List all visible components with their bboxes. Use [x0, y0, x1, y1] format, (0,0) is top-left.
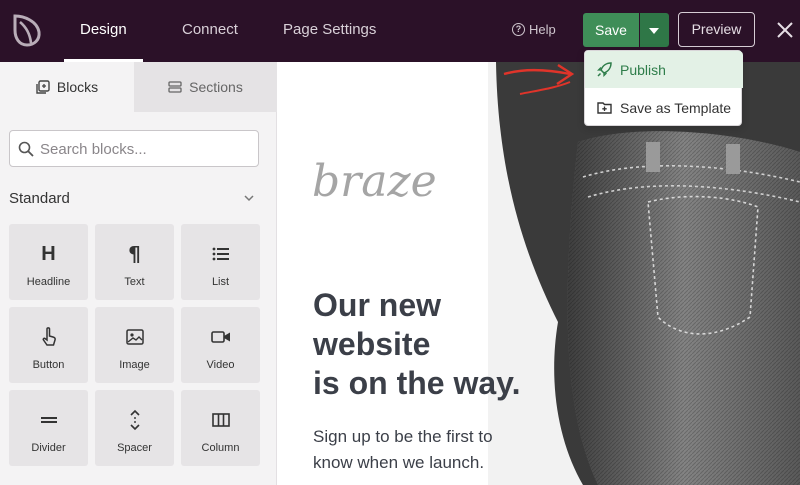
search-icon: [18, 141, 34, 157]
block-label: Headline: [26, 276, 71, 288]
tab-sections-label: Sections: [189, 79, 243, 95]
block-text[interactable]: ¶ Text: [95, 224, 174, 300]
block-image[interactable]: Image: [95, 307, 174, 383]
sections-icon: [168, 81, 182, 93]
block-label: Spacer: [117, 442, 152, 454]
hero-headline[interactable]: Our new website is on the way.: [313, 286, 543, 403]
block-column[interactable]: Column: [181, 390, 260, 466]
hero-subtext[interactable]: Sign up to be the first to know when we …: [313, 424, 533, 476]
block-label: Video: [206, 359, 235, 371]
block-label: List: [211, 276, 230, 288]
block-headline[interactable]: H Headline: [9, 224, 88, 300]
subtext-line: know when we launch.: [313, 453, 485, 472]
spacer-icon: [95, 408, 174, 432]
blocks-icon: [36, 80, 50, 94]
chevron-down-icon[interactable]: [243, 193, 255, 203]
rocket-icon: [597, 62, 612, 77]
question-circle-icon: ?: [512, 23, 525, 36]
block-label: Image: [119, 359, 150, 371]
tab-blocks[interactable]: Blocks: [0, 62, 134, 112]
blocks-sidebar: Blocks Sections Standard H Headline ¶ Te…: [0, 62, 277, 485]
video-icon: [181, 325, 260, 349]
search-box: [9, 130, 259, 167]
help-link[interactable]: ? Help: [512, 22, 556, 37]
tab-page-settings[interactable]: Page Settings: [283, 0, 376, 62]
red-arrow-annotation: [503, 63, 575, 95]
subtext-line: Sign up to be the first to: [313, 427, 493, 446]
divider-icon: [9, 408, 88, 432]
menu-item-save-as-template[interactable]: Save as Template: [585, 89, 743, 126]
block-label: Divider: [31, 442, 66, 454]
menu-item-label: Save as Template: [620, 99, 732, 116]
help-label: Help: [529, 22, 556, 37]
leaf-logo-icon[interactable]: [10, 12, 44, 48]
tab-blocks-label: Blocks: [56, 79, 99, 95]
save-dropdown-toggle[interactable]: [640, 13, 669, 47]
braze-logo-text: braze: [312, 156, 437, 207]
block-video[interactable]: Video: [181, 307, 260, 383]
block-button[interactable]: Button: [9, 307, 88, 383]
block-spacer[interactable]: Spacer: [95, 390, 174, 466]
heading-icon: H: [41, 242, 56, 265]
image-icon: [95, 325, 174, 349]
preview-button[interactable]: Preview: [678, 12, 755, 47]
block-label: Column: [201, 442, 240, 454]
block-label: Text: [124, 276, 145, 288]
menu-item-label: Publish: [620, 61, 666, 78]
group-title: Standard: [9, 190, 70, 207]
headline-line: website: [313, 326, 431, 362]
list-icon: [181, 242, 260, 266]
block-label: Button: [32, 359, 65, 371]
headline-line: is on the way.: [313, 365, 521, 401]
block-divider[interactable]: Divider: [9, 390, 88, 466]
tab-sections[interactable]: Sections: [134, 62, 277, 112]
folder-plus-icon: [597, 102, 612, 114]
paragraph-icon: ¶: [128, 242, 141, 266]
menu-item-publish[interactable]: Publish: [585, 51, 743, 88]
tab-design[interactable]: Design: [64, 0, 143, 62]
close-icon[interactable]: [774, 19, 796, 41]
save-dropdown-menu: Publish Save as Template: [584, 50, 743, 126]
column-icon: [181, 408, 260, 432]
search-input[interactable]: [40, 139, 250, 159]
braze-logo: braze: [312, 156, 437, 207]
tab-connect[interactable]: Connect: [182, 0, 238, 62]
save-button[interactable]: Save: [583, 13, 639, 47]
block-list[interactable]: List: [181, 224, 260, 300]
headline-line: Our new: [313, 287, 442, 323]
pointer-hand-icon: [9, 325, 88, 349]
